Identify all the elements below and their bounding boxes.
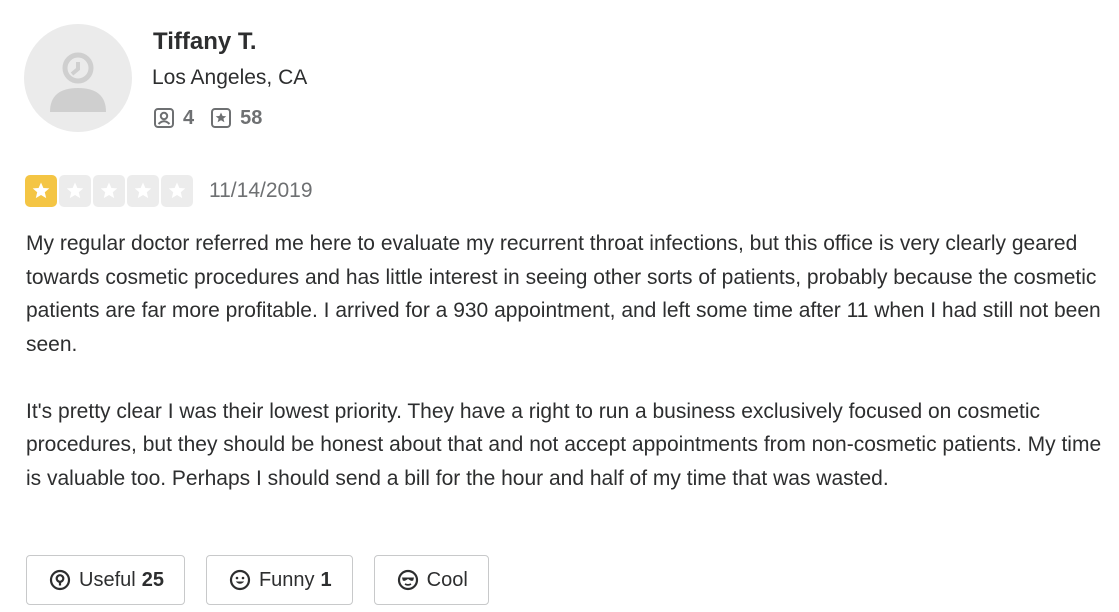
useful-label: Useful — [79, 568, 136, 591]
sunglasses-icon — [397, 569, 418, 591]
avatar[interactable] — [24, 24, 132, 132]
star-icon — [66, 182, 84, 199]
review-star-icon — [211, 108, 232, 128]
star-3 — [93, 175, 125, 207]
star-icon — [32, 182, 50, 199]
star-rating: 11/14/2019 — [25, 175, 313, 207]
review-paragraph: It's pretty clear I was their lowest pri… — [26, 399, 1102, 490]
review-card: Tiffany T. Los Angeles, CA 4 58 11/14/20… — [0, 0, 1119, 612]
star-5 — [161, 175, 193, 207]
review-date: 11/14/2019 — [209, 179, 313, 202]
friends-count: 4 — [183, 106, 195, 129]
friends-icon — [154, 108, 174, 128]
review-actions: Useful 25 Funny 1 Cool — [26, 555, 510, 605]
smile-icon — [229, 569, 251, 591]
star-4 — [127, 175, 159, 207]
star-icon — [100, 182, 118, 199]
useful-count: 25 — [141, 568, 164, 591]
friends-stat: 4 — [153, 107, 194, 130]
cool-button[interactable]: Cool — [373, 555, 489, 605]
cool-label: Cool — [426, 568, 468, 591]
star-2 — [59, 175, 91, 207]
user-stats: 4 58 — [153, 105, 278, 131]
funny-count: 1 — [320, 568, 332, 591]
default-user-icon — [50, 52, 106, 112]
star-icon — [134, 182, 152, 199]
user-location: Los Angeles, CA — [152, 66, 308, 89]
reviews-stat: 58 — [210, 107, 262, 130]
lightbulb-icon — [49, 569, 71, 591]
funny-label: Funny — [258, 568, 315, 591]
user-name[interactable]: Tiffany T. — [153, 27, 257, 57]
useful-button[interactable]: Useful 25 — [26, 555, 185, 605]
review-paragraph: My regular doctor referred me here to ev… — [26, 232, 1101, 356]
review-text: My regular doctor referred me here to ev… — [26, 227, 1118, 529]
star-icon — [168, 182, 186, 199]
star-1 — [25, 175, 57, 207]
funny-button[interactable]: Funny 1 — [205, 555, 353, 605]
reviews-count: 58 — [240, 106, 263, 129]
